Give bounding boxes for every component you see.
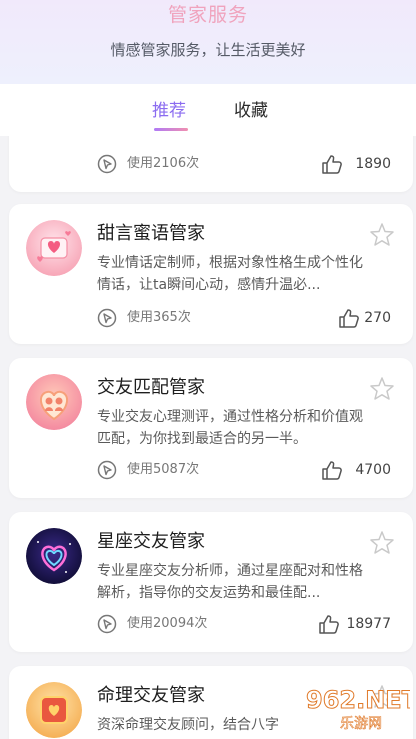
like-count[interactable]: 270 (339, 307, 391, 329)
neon-heart-icon (26, 528, 82, 584)
thumbs-up-icon[interactable] (321, 459, 343, 481)
fortune-box-icon (26, 682, 82, 738)
star-icon[interactable] (369, 530, 395, 556)
like-count[interactable]: 1890 (322, 153, 391, 175)
page-title: 管家服务 (167, 4, 248, 26)
thumbs-up-icon[interactable] (321, 153, 343, 175)
like-count[interactable]: 18977 (319, 613, 391, 635)
love-heart-icon (26, 220, 82, 276)
card-title: 甜言蜜语管家 (97, 223, 205, 244)
manager-card[interactable]: 使用2106次 1890 (9, 136, 413, 192)
cursor-icon (97, 460, 117, 480)
like-text: 270 (364, 310, 391, 326)
card-title: 星座交友管家 (97, 531, 205, 552)
thumbs-up-icon[interactable] (318, 613, 340, 635)
manager-card[interactable]: 星座交友管家 专业星座交友分析师，通过星座配对和性格解析，指导你的交友运势和最佳… (9, 512, 413, 652)
usage-text: 使用20094次 (127, 616, 208, 631)
usage-text: 使用365次 (127, 310, 191, 325)
star-icon[interactable] (369, 222, 395, 248)
page-subtitle: 情感管家服务，让生活更美好 (110, 41, 306, 59)
watermark-text: 962.NET (306, 686, 410, 714)
usage-text: 使用5087次 (127, 462, 200, 477)
tab-recommend[interactable]: 推荐 (152, 98, 186, 124)
card-title: 交友匹配管家 (97, 377, 205, 398)
card-description: 专业情话定制师，根据对象性格生成个性化情话，让ta瞬间心动，感情升温必... (97, 255, 363, 293)
like-text: 1890 (355, 156, 391, 172)
card-description: 专业交友心理测评，通过性格分析和价值观匹配，为你找到最适合的另一半。 (97, 409, 363, 447)
tab-favorites[interactable]: 收藏 (234, 98, 268, 124)
thumbs-up-icon[interactable] (338, 307, 360, 329)
star-icon[interactable] (369, 376, 395, 402)
heart-couple-icon (26, 374, 82, 430)
cursor-icon (97, 308, 117, 328)
manager-list: 使用2106次 1890 甜言蜜语管家 专业情话定制师，根据对象性格生成个性化情… (0, 136, 416, 739)
page-header: 管家服务 情感管家服务，让生活更美好 (0, 0, 416, 84)
tab-active-indicator (154, 128, 188, 131)
card-description: 专业星座交友分析师，通过星座配对和性格解析，指导你的交友运势和最佳配... (97, 563, 363, 601)
cursor-icon (97, 154, 117, 174)
card-title: 命理交友管家 (97, 685, 205, 706)
like-text: 4700 (355, 462, 391, 478)
cursor-icon (97, 614, 117, 634)
manager-card[interactable]: 交友匹配管家 专业交友心理测评，通过性格分析和价值观匹配，为你找到最适合的另一半… (9, 358, 413, 498)
usage-text: 使用2106次 (127, 156, 200, 171)
watermark-sub: 乐游网 (340, 716, 382, 732)
like-count[interactable]: 4700 (322, 459, 391, 481)
manager-card[interactable]: 甜言蜜语管家 专业情话定制师，根据对象性格生成个性化情话，让ta瞬间心动，感情升… (9, 204, 413, 344)
site-watermark: 962.NET 乐游网 (300, 678, 416, 734)
like-text: 18977 (346, 616, 391, 632)
tab-bar: 推荐 收藏 (0, 84, 416, 136)
